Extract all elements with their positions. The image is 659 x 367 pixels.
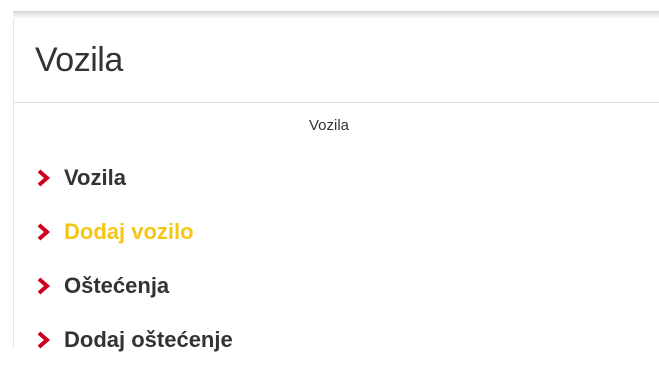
chevron-right-icon xyxy=(37,169,51,187)
chevron-right-icon xyxy=(37,331,51,349)
section-caption: Vozila xyxy=(309,117,350,134)
panel-body: Vozila Vozila Dodaj vozilo Oštećenja Dod… xyxy=(13,103,659,352)
vehicles-panel: Vozila Vozila Vozila Dodaj vozilo Ošteće… xyxy=(13,11,659,352)
chevron-right-icon xyxy=(37,277,51,295)
page-title: Vozila xyxy=(35,41,123,79)
top-shadow xyxy=(13,11,659,19)
menu-item-vozila[interactable]: Vozila xyxy=(36,151,233,205)
menu-item-dodaj-ostecenje[interactable]: Dodaj oštećenje xyxy=(36,313,233,367)
menu-item-label: Dodaj oštećenje xyxy=(64,327,233,352)
menu-item-ostecenja[interactable]: Oštećenja xyxy=(36,259,233,313)
menu-item-label: Vozila xyxy=(64,165,126,190)
vehicles-menu: Vozila Dodaj vozilo Oštećenja Dodaj ošte… xyxy=(36,151,233,367)
menu-item-dodaj-vozilo[interactable]: Dodaj vozilo xyxy=(36,205,233,259)
panel-header: Vozila xyxy=(13,19,659,103)
menu-item-label: Dodaj vozilo xyxy=(64,219,194,244)
menu-item-label: Oštećenja xyxy=(64,273,170,298)
chevron-right-icon xyxy=(37,223,51,241)
